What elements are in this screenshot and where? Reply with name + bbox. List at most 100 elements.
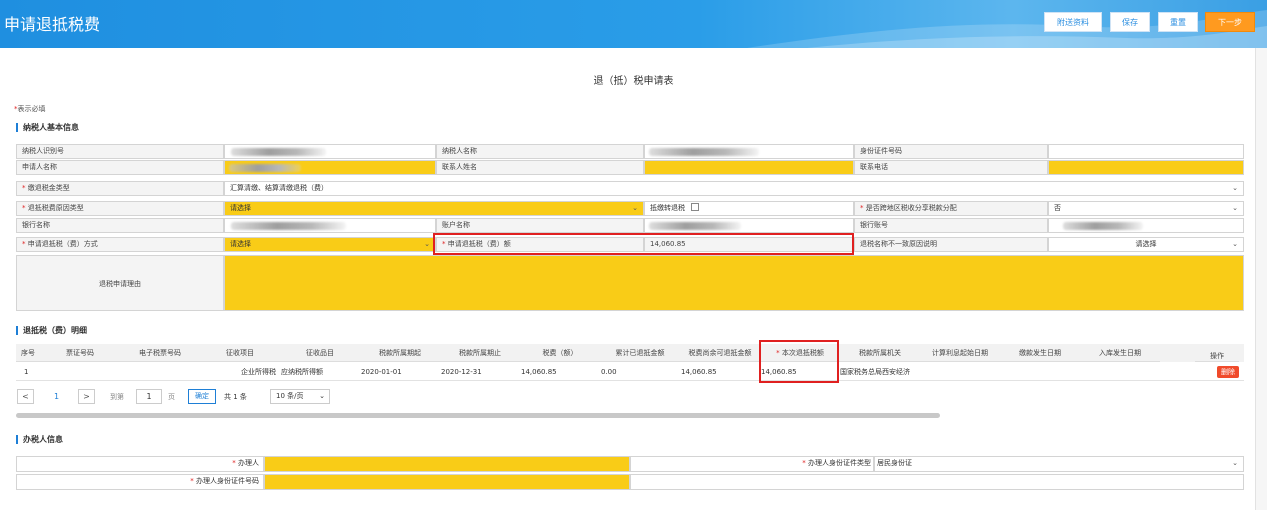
offset-refund-cell: 抵缴转退税 <box>644 201 854 216</box>
pager-size-select[interactable]: 10 条/页 ⌄ <box>270 389 330 404</box>
col-payment-date: 缴款发生日期 <box>1000 344 1080 362</box>
chevron-down-icon: ⌄ <box>632 204 638 212</box>
reset-button[interactable]: 重置 <box>1158 12 1198 32</box>
name-mismatch-select[interactable]: 请选择 ⌄ <box>1048 237 1244 252</box>
required-note: *表示必填 <box>14 104 46 114</box>
handler-id-number-label-text: 办理人身份证件号码 <box>196 477 259 485</box>
row-sub-item: 应纳税所得额 <box>281 368 323 376</box>
required-star: * <box>232 459 236 467</box>
row-e-ticket-no <box>120 364 200 380</box>
name-mismatch-value: 请选择 <box>1135 240 1157 248</box>
required-star: * <box>22 240 26 248</box>
pager-confirm-button[interactable]: 确定 <box>188 389 216 404</box>
pager-total: 共 1 条 <box>224 393 247 401</box>
chevron-down-icon: ⌄ <box>424 240 430 248</box>
pager-size-value: 10 条/页 <box>276 392 304 400</box>
save-button[interactable]: 保存 <box>1110 12 1150 32</box>
row-ticket-no <box>40 364 120 380</box>
delete-row-button[interactable]: 删除 <box>1217 366 1239 378</box>
label-name-mismatch: 退税名称不一致原因说明 <box>854 237 1048 252</box>
row-remaining: 14,060.85 <box>681 368 717 376</box>
chevron-down-icon: ⌄ <box>1232 240 1238 248</box>
payment-type-value: 汇算清缴、结算清缴退税（费） <box>230 184 328 192</box>
label-handler-id-type: * 办理人身份证件类型 <box>630 456 874 472</box>
payment-type-label-text: 缴退税金类型 <box>27 184 70 192</box>
refund-method-label-text: 申请退抵税（费）方式 <box>27 240 98 248</box>
label-refund-reason: 退税申请理由 <box>16 255 224 311</box>
label-cross-region: * 是否跨地区税收分享税款分配 <box>854 201 1048 216</box>
handler-id-type-value: 居民身份证 <box>877 459 912 467</box>
section-title-basic: 纳税人基本信息 <box>16 123 79 132</box>
account-name-field[interactable] <box>644 218 854 233</box>
label-refund-method: * 申请退抵税（费）方式 <box>16 237 224 252</box>
amount-highlight-box <box>433 233 854 255</box>
offset-refund-checkbox[interactable] <box>691 203 699 211</box>
label-contact-phone: 联系电话 <box>854 160 1048 175</box>
handler-id-number-field[interactable] <box>264 474 630 490</box>
chevron-down-icon: ⌄ <box>1232 184 1238 192</box>
payment-type-select[interactable]: 汇算清缴、结算清缴退税（费） ⌄ <box>224 181 1244 196</box>
col-refunded: 累计已退抵金额 <box>600 344 680 362</box>
required-star: * <box>22 184 26 192</box>
label-bank-account: 银行账号 <box>854 218 1048 233</box>
required-star: * <box>22 204 26 212</box>
chevron-down-icon: ⌄ <box>319 392 325 400</box>
page-title: 申请退抵税费 <box>4 15 101 34</box>
label-handler-id-number: * 办理人身份证件号码 <box>16 474 264 490</box>
pager-goto-input[interactable]: 1 <box>136 389 162 404</box>
row-index: 1 <box>24 368 29 376</box>
refund-method-value: 请选择 <box>230 240 251 248</box>
pager-goto-suffix: 页 <box>168 393 175 401</box>
label-account-name: 账户名称 <box>436 218 644 233</box>
col-e-ticket-no: 电子税票号码 <box>120 344 200 362</box>
label-id-number: 身份证件号码 <box>854 144 1048 159</box>
label-taxpayer-id: 纳税人识别号 <box>16 144 224 159</box>
col-period-end: 税款所属期止 <box>440 344 520 362</box>
label-payment-type: * 缴退税金类型 <box>16 181 224 196</box>
handler-field[interactable] <box>264 456 630 472</box>
row-item: 企业所得税 <box>241 368 276 376</box>
col-remaining: 税费尚余可退抵金额 <box>680 344 760 362</box>
vertical-scrollbar[interactable] <box>1255 48 1267 510</box>
bank-name-field[interactable] <box>224 218 436 233</box>
pager-current-page[interactable]: 1 <box>54 392 59 401</box>
reason-type-label-text: 退抵税费原因类型 <box>27 204 84 212</box>
bank-account-field[interactable] <box>1048 218 1244 233</box>
pager-prev-button[interactable]: < <box>17 389 34 404</box>
contact-phone-field[interactable] <box>1048 160 1244 175</box>
label-handler: * 办理人 <box>16 456 264 472</box>
next-step-button[interactable]: 下一步 <box>1205 12 1255 32</box>
applicant-name-field[interactable] <box>224 160 436 175</box>
label-contact-name: 联系人姓名 <box>436 160 644 175</box>
pager-next-button[interactable]: > <box>78 389 95 404</box>
reason-type-value: 请选择 <box>230 204 251 212</box>
header-bar: 申请退抵税费 附送资料 保存 重置 下一步 <box>0 0 1267 48</box>
refund-method-select[interactable]: 请选择 ⌄ <box>224 237 436 252</box>
section-title-agent: 办税人信息 <box>16 435 63 444</box>
handler-label-text: 办理人 <box>238 459 259 467</box>
col-sub-item: 征收品目 <box>280 344 360 362</box>
taxpayer-name-field[interactable] <box>644 144 854 159</box>
id-number-field[interactable] <box>1048 144 1244 159</box>
current-refund-highlight-box <box>759 340 839 383</box>
reason-type-select[interactable]: 请选择 ⌄ <box>224 201 644 216</box>
contact-name-field[interactable] <box>644 160 854 175</box>
handler-id-type-select[interactable]: 居民身份证 ⌄ <box>874 456 1244 472</box>
attach-materials-button[interactable]: 附送资料 <box>1044 12 1102 32</box>
cross-region-select[interactable]: 否 ⌄ <box>1048 201 1244 216</box>
required-note-text: 表示必填 <box>17 105 46 113</box>
taxpayer-id-field[interactable] <box>224 144 436 159</box>
col-interest-start: 计算利息起始日期 <box>920 344 1000 362</box>
label-taxpayer-name: 纳税人名称 <box>436 144 644 159</box>
col-authority: 税款所属机关 <box>840 344 920 362</box>
pager-goto-prefix: 到第 <box>110 393 124 401</box>
required-star: * <box>802 459 806 467</box>
cross-region-label-text: 是否跨地区税收分享税款分配 <box>865 204 957 212</box>
row-refunded: 0.00 <box>601 368 617 376</box>
horizontal-scrollbar[interactable] <box>16 413 940 418</box>
refund-reason-textarea[interactable] <box>224 255 1244 311</box>
col-index: 序号 <box>16 344 40 362</box>
row-period-end: 2020-12-31 <box>441 368 482 376</box>
label-bank-name: 银行名称 <box>16 218 224 233</box>
row-authority: 国家税务总局西安经济 <box>840 368 910 376</box>
